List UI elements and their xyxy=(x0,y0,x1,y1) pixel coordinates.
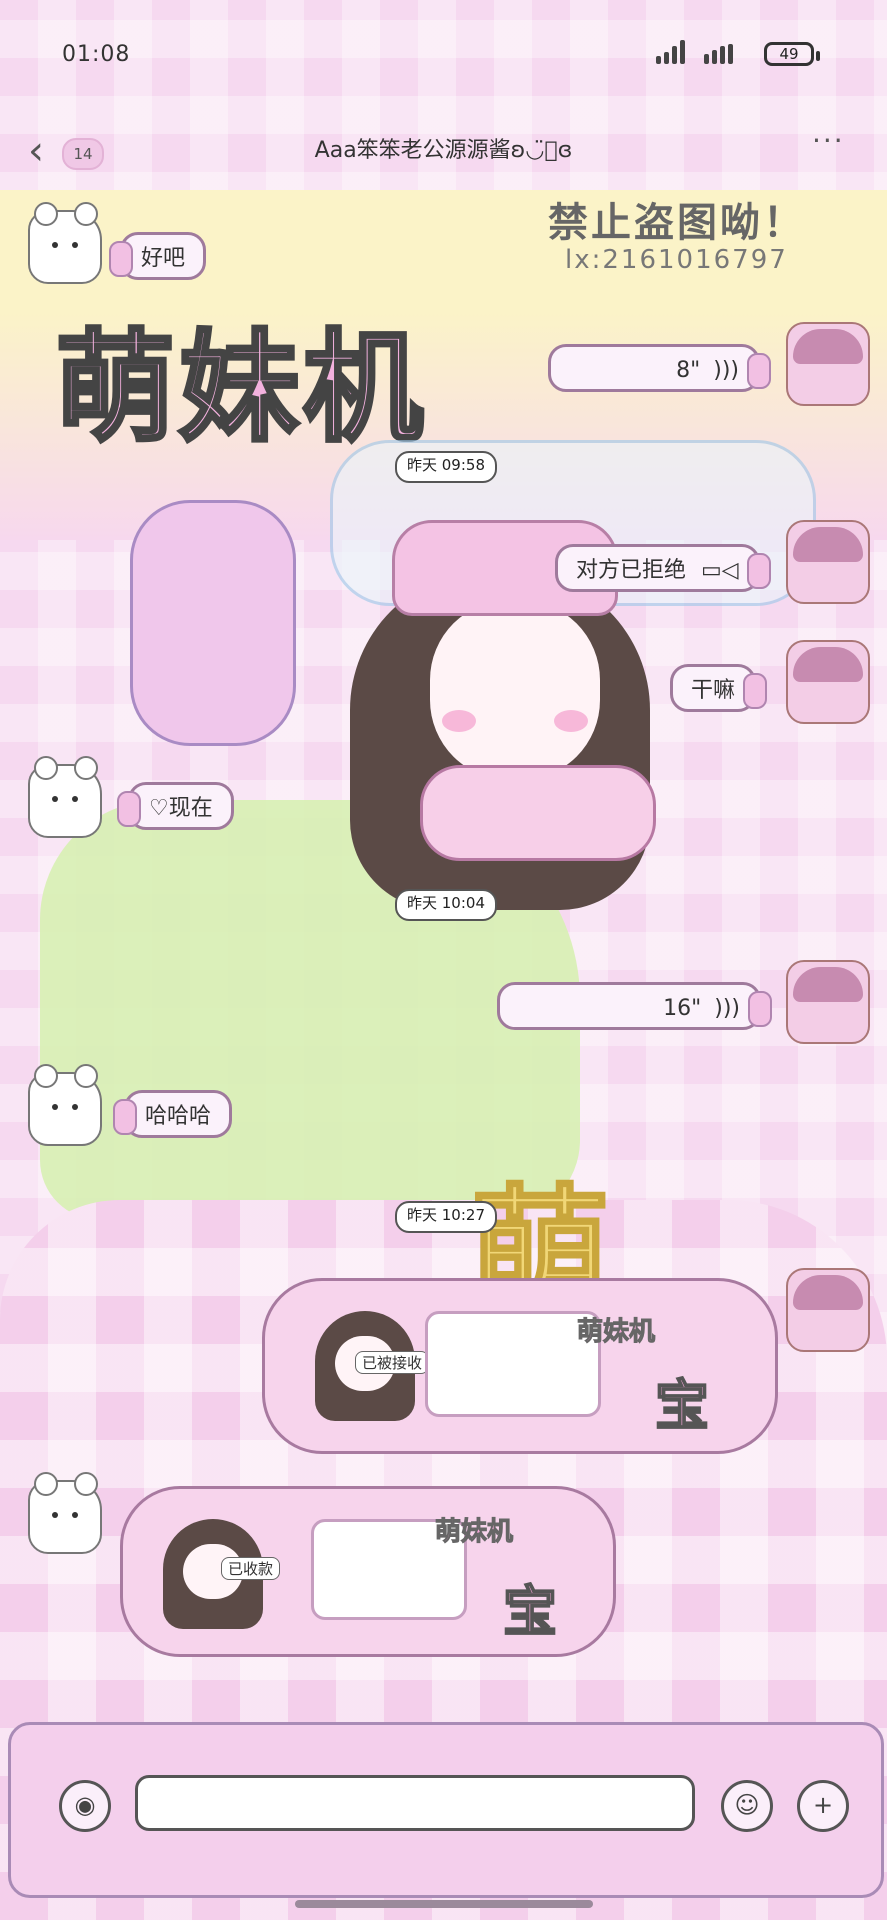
my-avatar[interactable] xyxy=(786,520,870,604)
video-call-bubble[interactable]: 对方已拒绝 ▭◁ xyxy=(555,544,771,592)
plus-icon[interactable]: + xyxy=(797,1780,849,1832)
card-brand-text: 萌妹机 xyxy=(576,1317,656,1348)
transfer-card[interactable]: 已被接收 萌妹机 宝 xyxy=(262,1278,778,1454)
speaker-icon: ))) xyxy=(714,996,740,1021)
contact-avatar[interactable] xyxy=(28,1472,102,1554)
wallpaper-id-text: lx:2161016797 xyxy=(565,245,788,275)
wallpaper-game-console xyxy=(130,500,296,746)
signal-indicators xyxy=(656,40,736,68)
home-indicator[interactable] xyxy=(295,1900,593,1908)
my-avatar[interactable] xyxy=(786,640,870,724)
message-bubble[interactable]: ♡现在 xyxy=(117,782,234,830)
message-bubble[interactable]: 干嘛 xyxy=(670,664,768,712)
wallpaper-yellow-text: 萌 xyxy=(469,1171,612,1337)
wallpaper-pillow xyxy=(420,765,656,861)
my-avatar[interactable] xyxy=(786,960,870,1044)
more-options-icon[interactable]: ··· xyxy=(812,124,845,157)
my-avatar[interactable] xyxy=(786,1268,870,1352)
status-bar: 01:08 49 xyxy=(0,0,887,110)
battery-icon: 49 xyxy=(764,42,820,66)
card-tag-text: 宝 xyxy=(502,1579,558,1644)
timestamp: 昨天 10:04 xyxy=(395,889,497,921)
card-tag-text: 宝 xyxy=(654,1373,710,1438)
emoji-icon[interactable]: ☺ xyxy=(721,1780,773,1832)
message-text: 哈哈哈 xyxy=(145,1104,212,1129)
chat-header: ‹ 14 Aaa笨笨老公源源酱ʚ◡̈⃝ɞ ··· xyxy=(0,110,887,190)
contact-avatar[interactable] xyxy=(28,756,102,838)
wallpaper-girl-face xyxy=(430,600,600,780)
voice-message-bubble[interactable]: 16" ))) xyxy=(497,982,772,1030)
signal-bars-icon xyxy=(656,40,688,68)
contact-avatar[interactable] xyxy=(28,202,102,284)
call-status-text: 对方已拒绝 xyxy=(576,558,687,583)
voice-duration: 8" xyxy=(676,358,701,383)
timestamp: 昨天 10:27 xyxy=(395,1201,497,1233)
status-time: 01:08 xyxy=(62,42,131,67)
voice-message-bubble[interactable]: 8" ))) xyxy=(548,344,771,392)
contact-avatar[interactable] xyxy=(28,1064,102,1146)
signal-bars-2-icon xyxy=(704,44,736,68)
message-text: ♡现在 xyxy=(149,796,213,821)
message-input[interactable] xyxy=(135,1775,695,1831)
my-avatar[interactable] xyxy=(786,322,870,406)
message-text: 干嘛 xyxy=(691,678,736,703)
voice-icon[interactable]: ◉ xyxy=(59,1780,111,1832)
message-bubble[interactable]: 哈哈哈 xyxy=(112,1090,233,1138)
transfer-status: 已被接收 xyxy=(355,1351,430,1374)
wallpaper-warning-text: 禁止盗图呦！ xyxy=(548,200,806,246)
voice-duration: 16" xyxy=(663,996,702,1021)
message-text: 好吧 xyxy=(141,246,186,271)
input-bar: ◉ ☺ + xyxy=(8,1722,884,1898)
transfer-status: 已收款 xyxy=(221,1557,281,1580)
chat-title: Aaa笨笨老公源源酱ʚ◡̈⃝ɞ xyxy=(314,138,573,163)
message-bubble[interactable]: 好吧 xyxy=(108,232,207,280)
speaker-icon: ))) xyxy=(713,358,739,383)
wallpaper-big-text: 萌妹机 xyxy=(53,317,427,460)
card-brand-text: 萌妹机 xyxy=(434,1517,514,1548)
timestamp: 昨天 09:58 xyxy=(395,451,497,483)
video-camera-icon: ▭◁ xyxy=(701,558,739,583)
transfer-card[interactable]: 已收款 萌妹机 宝 xyxy=(120,1486,616,1657)
